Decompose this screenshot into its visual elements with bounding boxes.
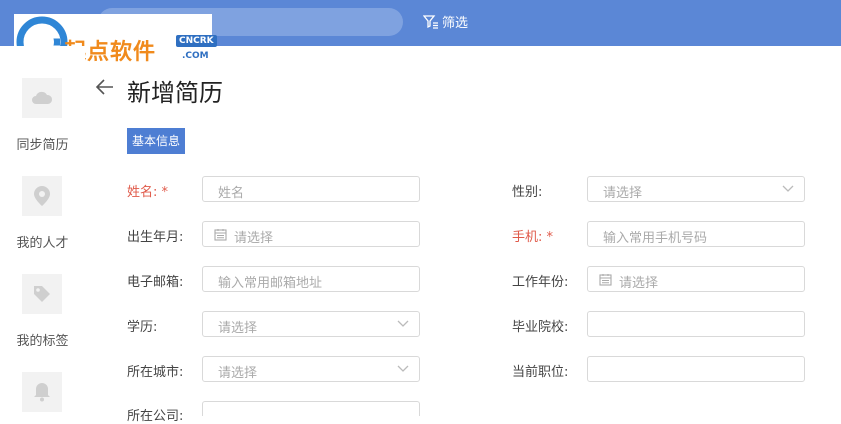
page-title: 新增简历 bbox=[127, 79, 223, 107]
phone-placeholder: 输入常用手机号码 bbox=[603, 231, 708, 246]
cloud-icon bbox=[32, 91, 53, 104]
birth-label: 出生年月: bbox=[127, 230, 184, 245]
required-mark: * bbox=[161, 185, 169, 200]
company-field[interactable] bbox=[202, 401, 420, 416]
email-field[interactable]: 输入常用邮箱地址 bbox=[202, 266, 420, 292]
work-year-picker[interactable]: 请选择 bbox=[587, 266, 805, 292]
gender-label: 性别: bbox=[512, 185, 543, 200]
arrow-left-icon bbox=[95, 79, 113, 95]
sidebar-item-talent[interactable] bbox=[22, 176, 62, 216]
city-label: 所在城市: bbox=[127, 365, 184, 380]
chevron-down-icon bbox=[397, 365, 409, 372]
filter-icon bbox=[423, 14, 438, 29]
education-label: 学历: bbox=[127, 320, 158, 335]
name-field[interactable]: 姓名 bbox=[202, 176, 420, 202]
back-button[interactable] bbox=[95, 78, 115, 100]
gender-placeholder: 请选择 bbox=[603, 186, 643, 201]
phone-label-text: 手机: bbox=[512, 230, 543, 245]
calendar-icon bbox=[214, 229, 227, 241]
name-label-text: 姓名: bbox=[127, 185, 158, 200]
calendar-icon bbox=[599, 274, 612, 286]
city-select[interactable]: 请选择 bbox=[202, 356, 420, 382]
education-select[interactable]: 请选择 bbox=[202, 311, 420, 337]
sidebar-item-sync[interactable] bbox=[22, 78, 62, 118]
gender-select[interactable]: 请选择 bbox=[587, 176, 805, 202]
bell-icon bbox=[34, 383, 50, 402]
name-placeholder: 姓名 bbox=[218, 186, 245, 201]
school-label: 毕业院校: bbox=[512, 320, 569, 335]
chevron-down-icon bbox=[397, 320, 409, 327]
sidebar: 同步简历 我的人才 我的标签 bbox=[0, 46, 85, 416]
sidebar-item-label[interactable]: 同步简历 bbox=[0, 134, 85, 153]
filter-label: 筛选 bbox=[442, 16, 469, 31]
logo-badge: CNCRK bbox=[176, 35, 217, 47]
filter-button[interactable]: 筛选 bbox=[423, 12, 468, 31]
location-pin-icon bbox=[34, 186, 50, 206]
phone-label: 手机: * bbox=[512, 226, 553, 245]
logo-sub: .COM bbox=[182, 51, 209, 61]
name-label: 姓名: * bbox=[127, 181, 168, 200]
sidebar-item-tags[interactable] bbox=[22, 274, 62, 314]
work-year-placeholder: 请选择 bbox=[619, 276, 659, 291]
position-label: 当前职位: bbox=[512, 365, 569, 380]
email-placeholder: 输入常用邮箱地址 bbox=[218, 276, 323, 291]
city-placeholder: 请选择 bbox=[218, 366, 258, 381]
education-placeholder: 请选择 bbox=[218, 321, 258, 336]
company-label: 所在公司: bbox=[127, 409, 184, 424]
birth-placeholder: 请选择 bbox=[234, 231, 274, 246]
email-label: 电子邮箱: bbox=[127, 275, 184, 290]
position-field[interactable] bbox=[587, 356, 805, 382]
school-field[interactable] bbox=[587, 311, 805, 337]
sidebar-item-label[interactable]: 我的人才 bbox=[0, 232, 85, 251]
work-year-label: 工作年份: bbox=[512, 275, 569, 290]
required-mark: * bbox=[546, 230, 554, 245]
tag-icon bbox=[34, 286, 50, 302]
section-tag: 基本信息 bbox=[127, 128, 186, 154]
chevron-down-icon bbox=[782, 185, 794, 192]
phone-field[interactable]: 输入常用手机号码 bbox=[587, 221, 805, 247]
sidebar-item-notifications[interactable] bbox=[22, 372, 62, 412]
sidebar-item-label[interactable]: 我的标签 bbox=[0, 330, 85, 349]
birth-date-picker[interactable]: 请选择 bbox=[202, 221, 420, 247]
